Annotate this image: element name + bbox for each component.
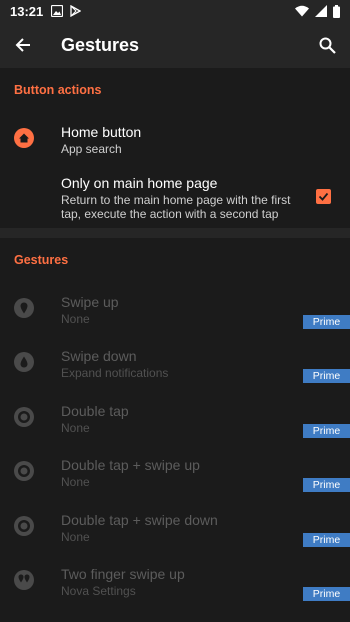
prime-badge: Prime	[303, 533, 350, 547]
gesture-title: Two finger swipe up	[61, 566, 185, 582]
page-title: Gestures	[61, 34, 140, 55]
section-header-gestures: Gestures	[14, 253, 69, 267]
search-button[interactable]	[304, 22, 350, 68]
wifi-icon	[295, 5, 309, 17]
back-button[interactable]	[0, 22, 46, 68]
check-icon	[318, 192, 329, 201]
gesture-two-finger-swipe-up[interactable]: Two finger swipe up Nova Settings Prime	[0, 560, 350, 608]
double-tap-swipe-up-icon	[14, 461, 34, 481]
gesture-title: Swipe down	[61, 348, 137, 364]
only-main-home-checkbox[interactable]	[316, 189, 331, 204]
gesture-action: None	[61, 421, 90, 435]
prime-badge: Prime	[303, 478, 350, 492]
swipe-down-icon	[14, 352, 34, 372]
prime-badge: Prime	[303, 315, 350, 329]
gesture-action: Nova Settings	[61, 584, 136, 598]
status-bar: 13:21	[0, 0, 350, 22]
section-divider	[0, 228, 350, 238]
swipe-up-icon	[14, 298, 34, 318]
gesture-action: Expand notifications	[61, 366, 169, 380]
gesture-title: Double tap + swipe up	[61, 457, 200, 473]
home-button-title: Home button	[61, 124, 142, 140]
home-button-subtitle: App search	[61, 142, 122, 156]
gesture-title: Double tap + swipe down	[61, 512, 218, 528]
arrow-back-icon	[15, 38, 30, 52]
section-header-button-actions: Button actions	[14, 83, 102, 97]
gallery-notification-icon	[51, 5, 64, 17]
only-main-home-subtitle-line2: tap, execute the action with a second ta…	[61, 207, 279, 221]
play-store-notification-icon	[70, 5, 82, 17]
gesture-action: None	[61, 530, 90, 544]
gesture-title: Double tap	[61, 403, 129, 419]
gesture-double-tap-swipe-up[interactable]: Double tap + swipe up None Prime	[0, 451, 350, 499]
double-tap-swipe-down-icon	[14, 516, 34, 536]
battery-icon	[333, 4, 340, 18]
two-finger-swipe-up-icon	[14, 570, 34, 590]
status-time: 13:21	[10, 3, 44, 19]
only-main-home-subtitle-line1: Return to the main home page with the fi…	[61, 193, 291, 207]
double-tap-icon	[14, 407, 34, 427]
only-main-home-title: Only on main home page	[61, 175, 218, 191]
prime-badge: Prime	[303, 369, 350, 383]
gesture-action: None	[61, 312, 90, 326]
search-icon	[319, 37, 336, 54]
home-icon	[14, 128, 34, 148]
gesture-swipe-down[interactable]: Swipe down Expand notifications Prime	[0, 342, 350, 390]
only-main-home-setting[interactable]: Only on main home page Return to the mai…	[0, 170, 350, 222]
gesture-title: Swipe up	[61, 294, 119, 310]
cellular-signal-icon	[315, 5, 327, 17]
prime-badge: Prime	[303, 424, 350, 438]
app-bar: Gestures	[0, 22, 350, 68]
gesture-double-tap[interactable]: Double tap None Prime	[0, 397, 350, 445]
gesture-double-tap-swipe-down[interactable]: Double tap + swipe down None Prime	[0, 506, 350, 554]
gesture-action: None	[61, 475, 90, 489]
gesture-swipe-up[interactable]: Swipe up None Prime	[0, 288, 350, 336]
home-button-setting[interactable]: Home button App search	[0, 118, 350, 160]
prime-badge: Prime	[303, 587, 350, 601]
